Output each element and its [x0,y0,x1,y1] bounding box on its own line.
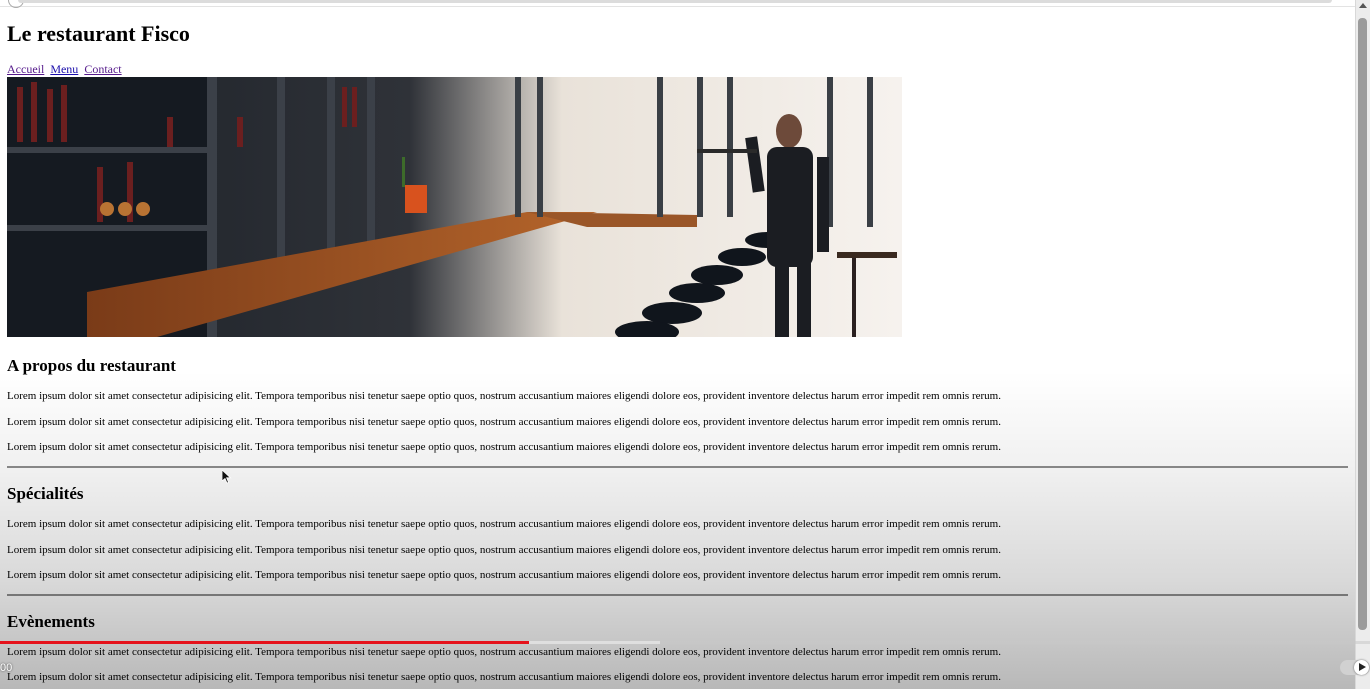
restaurant-photo [7,77,902,337]
section-heading-specialites: Spécialités [7,484,84,503]
main-nav: Accueil Menu Contact [7,62,125,77]
mouse-cursor-icon [222,470,232,484]
hero-image [7,77,902,337]
scroll-up-icon[interactable] [1359,3,1367,8]
play-icon [1359,663,1366,671]
section-divider [7,594,1348,596]
autoplay-toggle[interactable] [1340,660,1370,675]
video-player-controls: 00 [0,641,1370,689]
specialites-paragraph-2: Lorem ipsum dolor sit amet consectetur a… [7,544,1001,556]
specialites-paragraph-3: Lorem ipsum dolor sit amet consectetur a… [7,569,1001,581]
browser-top-strip [0,0,1356,8]
section-heading-evenements: Evènements [7,612,95,631]
about-paragraph-1: Lorem ipsum dolor sit amet consectetur a… [7,390,1001,402]
specialites-paragraph-1: Lorem ipsum dolor sit amet consectetur a… [7,518,1001,530]
address-bar[interactable] [18,0,1332,3]
about-paragraph-2: Lorem ipsum dolor sit amet consectetur a… [7,416,1001,428]
page-title: Le restaurant Fisco [7,21,190,46]
nav-link-contact[interactable]: Contact [84,62,121,76]
nav-link-accueil[interactable]: Accueil [7,62,44,76]
video-played-bar [0,641,529,644]
video-time-label: 00 [0,662,13,674]
scrollbar-thumb[interactable] [1358,18,1367,630]
vertical-scrollbar[interactable] [1355,0,1370,689]
about-paragraph-3: Lorem ipsum dolor sit amet consectetur a… [7,441,1001,453]
video-progress-bar[interactable] [0,641,1370,644]
section-heading-about: A propos du restaurant [7,356,176,375]
section-divider [7,466,1348,468]
nav-link-menu[interactable]: Menu [50,62,78,76]
